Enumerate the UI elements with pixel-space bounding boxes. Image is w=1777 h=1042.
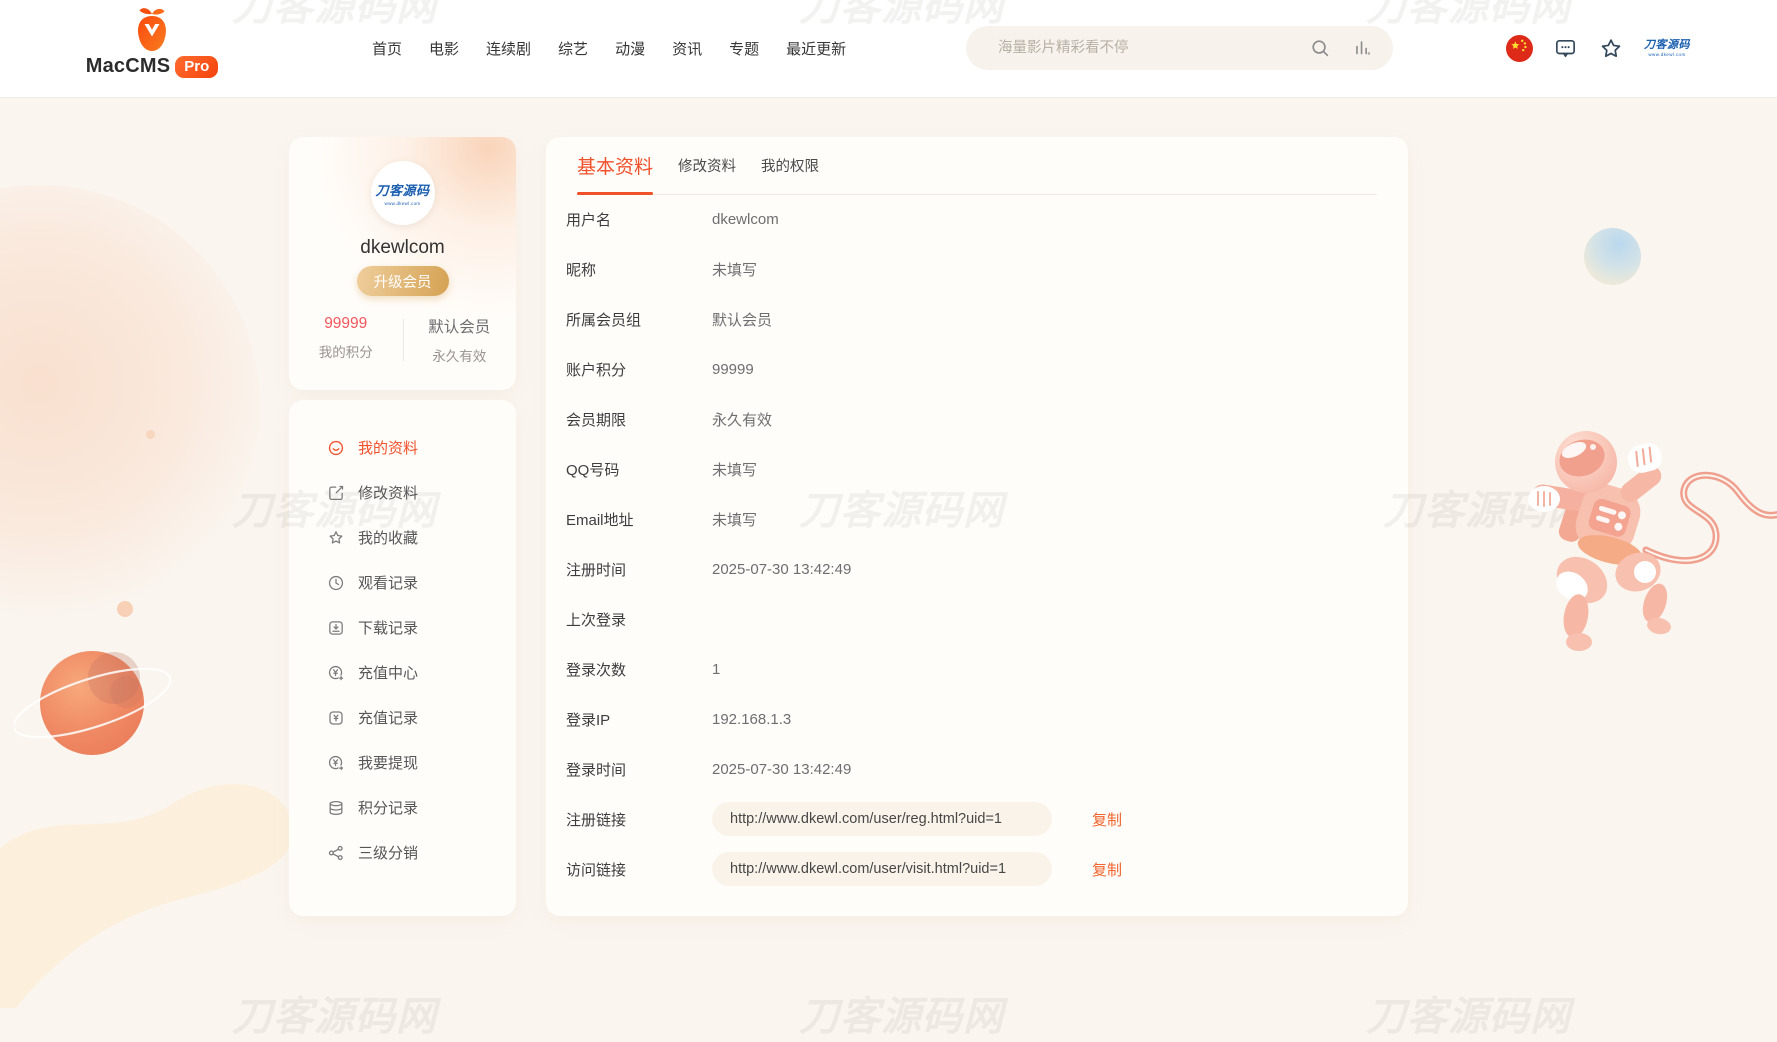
planet-illustration xyxy=(14,626,184,791)
search-icon[interactable] xyxy=(1309,37,1331,59)
sidebar-item-distribution[interactable]: 三级分销 xyxy=(289,830,516,875)
nav-item-topics[interactable]: 专题 xyxy=(729,38,759,59)
watermark: 刀客源码网 xyxy=(799,984,1004,1042)
edit-icon xyxy=(327,484,345,502)
copy-register-link-button[interactable]: 复制 xyxy=(1092,809,1122,830)
nav-item-variety[interactable]: 综艺 xyxy=(558,38,588,59)
header-icons: 刀客源码 www.dkewl.com xyxy=(1506,0,1690,97)
field-row-login-time: 登录时间 2025-07-30 13:42:49 xyxy=(566,744,1388,794)
main-nav: 首页 电影 连续剧 综艺 动漫 资讯 专题 最近更新 xyxy=(372,0,846,97)
blue-sphere-decoration xyxy=(1584,228,1641,285)
peach-blob-decoration xyxy=(0,185,260,625)
share-icon xyxy=(327,844,345,862)
database-icon xyxy=(327,799,345,817)
star-icon xyxy=(327,529,345,547)
sidebar-menu: 我的资料 修改资料 我的收藏 观看记录 xyxy=(289,400,516,916)
site-mini-logo[interactable]: 刀客源码 www.dkewl.com xyxy=(1644,40,1690,57)
avatar: 刀客源码 www.dkewl.com xyxy=(371,161,435,225)
tab-permissions[interactable]: 我的权限 xyxy=(761,137,819,194)
astronaut-illustration xyxy=(1518,400,1777,668)
coin-out-icon xyxy=(327,754,345,772)
coin-plus-icon xyxy=(327,664,345,682)
sidebar-item-recharge-center[interactable]: 充值中心 xyxy=(289,650,516,695)
peach-dot-decoration xyxy=(117,601,133,617)
search-bar xyxy=(966,26,1393,70)
sidebar-item-downloads[interactable]: 下载记录 xyxy=(289,605,516,650)
tab-edit-info[interactable]: 修改资料 xyxy=(678,137,736,194)
field-row-nickname: 昵称 未填写 xyxy=(566,244,1388,294)
field-row-visit-link: 访问链接 http://www.dkewl.com/user/visit.htm… xyxy=(566,844,1388,894)
nav-item-anime[interactable]: 动漫 xyxy=(615,38,645,59)
profile-fields: 用户名 dkewlcom 昵称 未填写 所属会员组 默认会员 账户积分 9999… xyxy=(566,194,1388,894)
nav-item-home[interactable]: 首页 xyxy=(372,38,402,59)
sidebar-item-my-profile[interactable]: 我的资料 xyxy=(289,425,516,470)
stats-divider xyxy=(403,319,404,361)
field-row-email: Email地址 未填写 xyxy=(566,494,1388,544)
profile-content-card: 基本资料 修改资料 我的权限 用户名 dkewlcom 昵称 未填写 所属会员组… xyxy=(546,137,1408,916)
pro-badge: Pro xyxy=(175,56,218,78)
field-row-last-login: 上次登录 xyxy=(566,594,1388,644)
site-header: MacCMS Pro 首页 电影 连续剧 综艺 动漫 资讯 专题 最近更新 xyxy=(0,0,1777,98)
sidebar-item-favorites[interactable]: 我的收藏 xyxy=(289,515,516,560)
field-row-username: 用户名 dkewlcom xyxy=(566,194,1388,244)
apple-logo-icon xyxy=(132,5,172,53)
nav-item-series[interactable]: 连续剧 xyxy=(486,38,531,59)
username: dkewlcom xyxy=(289,237,516,259)
clock-icon xyxy=(327,574,345,592)
watermark: 刀客源码网 xyxy=(1366,984,1571,1042)
field-row-qq: QQ号码 未填写 xyxy=(566,444,1388,494)
sidebar-item-edit-profile[interactable]: 修改资料 xyxy=(289,470,516,515)
coin-square-icon xyxy=(327,709,345,727)
nav-item-news[interactable]: 资讯 xyxy=(672,38,702,59)
nav-item-recent[interactable]: 最近更新 xyxy=(786,38,846,59)
field-row-member-term: 会员期限 永久有效 xyxy=(566,394,1388,444)
tab-basic-info[interactable]: 基本资料 xyxy=(577,137,653,194)
sidebar-item-watch-history[interactable]: 观看记录 xyxy=(289,560,516,605)
profile-tabs: 基本资料 修改资料 我的权限 xyxy=(577,137,1377,195)
site-logo[interactable]: MacCMS Pro xyxy=(96,5,208,78)
points-stat: 99999 我的积分 xyxy=(289,315,403,365)
field-row-member-group: 所属会员组 默认会员 xyxy=(566,294,1388,344)
sidebar-item-points-records[interactable]: 积分记录 xyxy=(289,785,516,830)
field-row-register-link: 注册链接 http://www.dkewl.com/user/reg.html?… xyxy=(566,794,1388,844)
member-group-value: 默认会员 xyxy=(403,315,517,337)
register-link-field[interactable]: http://www.dkewl.com/user/reg.html?uid=1 xyxy=(712,802,1052,836)
member-group-stat: 默认会员 永久有效 xyxy=(403,315,517,365)
field-row-points: 账户积分 99999 xyxy=(566,344,1388,394)
upgrade-member-button[interactable]: 升级会员 xyxy=(357,266,449,296)
smile-icon xyxy=(327,439,345,457)
language-flag-icon[interactable] xyxy=(1506,35,1533,62)
profile-card: 刀客源码 www.dkewl.com dkewlcom 升级会员 99999 我… xyxy=(289,137,516,390)
points-label: 我的积分 xyxy=(289,341,403,361)
peach-dot-decoration xyxy=(146,430,155,439)
trending-chart-icon[interactable] xyxy=(1351,37,1373,59)
points-value: 99999 xyxy=(289,315,403,333)
search-input[interactable] xyxy=(996,39,1309,57)
copy-visit-link-button[interactable]: 复制 xyxy=(1092,859,1122,880)
sidebar-item-recharge-records[interactable]: 充值记录 xyxy=(289,695,516,740)
member-validity-label: 永久有效 xyxy=(403,345,517,365)
sidebar-item-withdraw[interactable]: 我要提现 xyxy=(289,740,516,785)
field-row-register-time: 注册时间 2025-07-30 13:42:49 xyxy=(566,544,1388,594)
field-row-login-ip: 登录IP 192.168.1.3 xyxy=(566,694,1388,744)
field-row-login-count: 登录次数 1 xyxy=(566,644,1388,694)
download-icon xyxy=(327,619,345,637)
nav-item-movies[interactable]: 电影 xyxy=(429,38,459,59)
messages-icon[interactable] xyxy=(1553,36,1578,61)
visit-link-field[interactable]: http://www.dkewl.com/user/visit.html?uid… xyxy=(712,852,1052,886)
brand-name: MacCMS xyxy=(86,55,171,78)
favorites-star-icon[interactable] xyxy=(1598,36,1624,62)
